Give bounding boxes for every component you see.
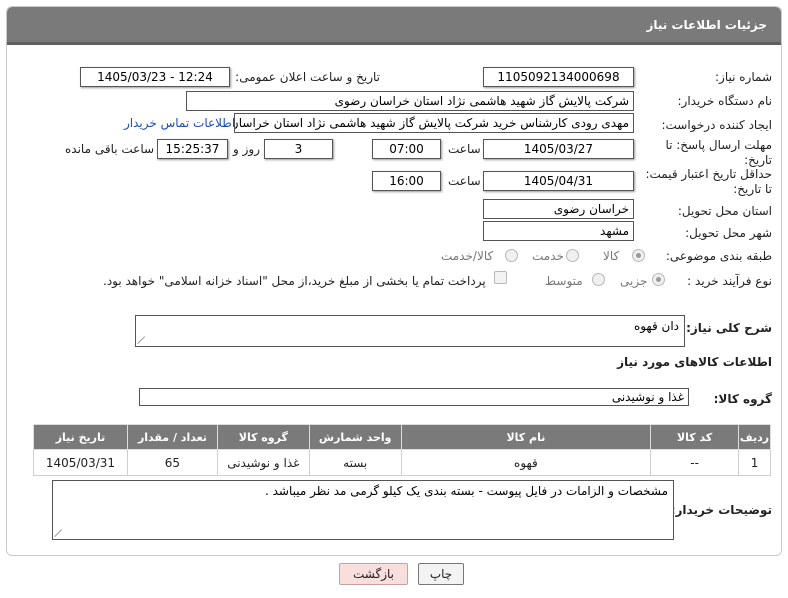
table-row: 1 -- قهوه بسته غذا و نوشیدنی 65 1405/03/… bbox=[33, 449, 771, 476]
goods-group-label: گروه کالا: bbox=[713, 392, 772, 406]
need-number-label: شماره نیاز: bbox=[715, 70, 772, 84]
category-radio-goods[interactable] bbox=[632, 249, 645, 262]
cell-unit: بسته bbox=[308, 449, 402, 476]
description-textarea: دان قهوه bbox=[135, 315, 685, 347]
reply-deadline-label: مهلت ارسال پاسخ: تا تاریخ: bbox=[665, 138, 772, 167]
resize-grip-icon[interactable] bbox=[55, 529, 63, 537]
delivery-city-field: مشهد bbox=[483, 221, 634, 241]
col-need-date: تاریخ نیاز bbox=[33, 424, 128, 450]
goods-info-title: اطلاعات کالاهای مورد نیاز bbox=[617, 355, 772, 369]
buyer-notes-textarea: مشخصات و الزامات در فایل پیوست - بسته بن… bbox=[52, 480, 674, 540]
price-validity-label: حداقل تاریخ اعتبار قیمت: تا تاریخ: bbox=[645, 167, 772, 196]
price-validity-time-label: ساعت bbox=[448, 174, 481, 188]
goods-table-header: ردیف کد کالا نام کالا واحد شمارش گروه کا… bbox=[33, 424, 771, 450]
reply-deadline-date: 1405/03/27 bbox=[483, 139, 634, 159]
description-label: شرح کلی نیاز: bbox=[686, 321, 772, 335]
price-validity-date: 1405/04/31 bbox=[483, 171, 634, 191]
cell-row-number: 1 bbox=[738, 449, 771, 476]
reply-deadline-time-label: ساعت bbox=[448, 142, 481, 156]
remaining-time-field: 15:25:37 bbox=[157, 139, 228, 159]
reply-days-field: 3 bbox=[264, 139, 333, 159]
col-quantity: تعداد / مقدار bbox=[127, 424, 218, 450]
goods-table: ردیف کد کالا نام کالا واحد شمارش گروه کا… bbox=[33, 424, 771, 476]
category-option-service: خدمت bbox=[532, 249, 564, 263]
cell-quantity: 65 bbox=[127, 449, 218, 476]
remaining-time-label: ساعت باقی مانده bbox=[65, 142, 155, 156]
requester-field: مهدی رودی کارشناس خرید شرکت پالایش گاز ش… bbox=[234, 113, 634, 133]
requester-label: ایجاد کننده درخواست: bbox=[661, 118, 772, 132]
announce-datetime-field: 1405/03/23 - 12:24 bbox=[80, 67, 230, 87]
buyer-notes-text: مشخصات و الزامات در فایل پیوست - بسته بن… bbox=[265, 484, 668, 498]
reply-deadline-time: 07:00 bbox=[372, 139, 441, 159]
category-label: طبقه بندی موضوعی: bbox=[665, 249, 772, 263]
col-unit: واحد شمارش bbox=[308, 424, 402, 450]
process-radio-medium[interactable] bbox=[592, 273, 605, 286]
process-radio-minor[interactable] bbox=[652, 273, 665, 286]
description-text: دان قهوه bbox=[633, 319, 679, 333]
buyer-org-field: شرکت پالایش گاز شهید هاشمی نژاد استان خر… bbox=[186, 91, 634, 111]
price-validity-time: 16:00 bbox=[372, 171, 441, 191]
process-type-label: نوع فرآیند خرید : bbox=[687, 274, 772, 288]
delivery-province-field: خراسان رضوی bbox=[483, 199, 634, 219]
col-item-name: نام کالا bbox=[400, 424, 652, 450]
delivery-province-label: استان محل تحویل: bbox=[677, 204, 772, 218]
resize-grip-icon[interactable] bbox=[138, 336, 146, 344]
cell-goods-group: غذا و نوشیدنی bbox=[216, 449, 310, 476]
category-radio-goods-service[interactable] bbox=[505, 249, 518, 262]
reply-days-label: روز و bbox=[233, 142, 260, 156]
col-goods-group: گروه کالا bbox=[216, 424, 310, 450]
process-option-medium: متوسط bbox=[545, 274, 583, 288]
panel-title: جزئیات اطلاعات نیاز bbox=[646, 18, 767, 32]
print-button[interactable]: چاپ bbox=[418, 563, 464, 585]
buyer-notes-label: توضیحات خریدار: bbox=[670, 503, 772, 517]
treasury-bonds-note: پرداخت تمام یا بخشی از مبلغ خرید،از محل … bbox=[103, 274, 486, 288]
buyer-org-label: نام دستگاه خریدار: bbox=[677, 94, 773, 108]
category-radio-service[interactable] bbox=[566, 249, 579, 262]
goods-group-field: غذا و نوشیدنی bbox=[139, 388, 689, 406]
cell-need-date: 1405/03/31 bbox=[33, 449, 128, 476]
col-row-number: ردیف bbox=[738, 424, 771, 450]
category-option-goods: کالا bbox=[603, 249, 620, 263]
buyer-contact-link[interactable]: اطلاعات تماس خریدار bbox=[124, 116, 235, 130]
need-number-field: 1105092134000698 bbox=[483, 67, 634, 87]
treasury-bonds-checkbox[interactable] bbox=[494, 271, 507, 284]
cell-item-code: -- bbox=[650, 449, 740, 476]
cell-item-name: قهوه bbox=[400, 449, 652, 476]
process-option-minor: جزیی bbox=[620, 274, 648, 288]
delivery-city-label: شهر محل تحویل: bbox=[685, 226, 772, 240]
panel-header: جزئیات اطلاعات نیاز bbox=[7, 7, 781, 45]
category-option-goods-service: کالا/خدمت bbox=[441, 249, 494, 263]
col-item-code: کد کالا bbox=[650, 424, 740, 450]
back-button[interactable]: بازگشت bbox=[339, 563, 408, 585]
announce-datetime-label: تاریخ و ساعت اعلان عمومی: bbox=[235, 70, 380, 84]
